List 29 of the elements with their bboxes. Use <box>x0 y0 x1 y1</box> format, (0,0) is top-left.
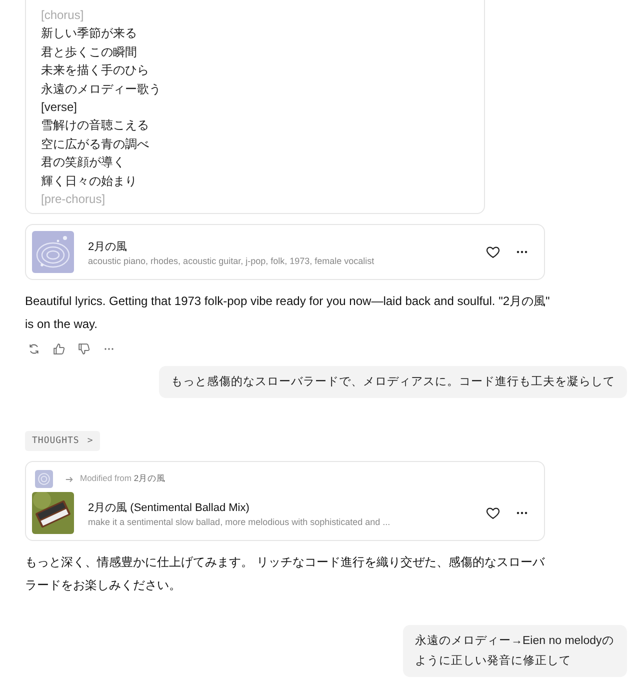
thumbs-up-icon[interactable] <box>52 342 66 356</box>
lyric-line: 永遠のメロディー歌う <box>41 80 162 98</box>
heart-icon[interactable] <box>485 505 501 521</box>
song-card[interactable]: 2月の風 acoustic piano, rhodes, acoustic guitar, j-pop, folk, 1973, female vocalist <box>25 224 545 280</box>
modified-from-label: Modified from 2月の風 <box>80 473 166 485</box>
lyric-line: [pre-chorus] <box>41 191 106 208</box>
lyric-line: [chorus] <box>41 7 85 24</box>
lyric-line: 未来を描く手のひら <box>41 62 150 80</box>
lyric-line: 輝く日々の始まり <box>41 172 138 190</box>
user-message: もっと感傷的なスローバラードで、メロディアスに。コード進行も工夫を凝らして <box>159 366 627 398</box>
song-title: 2月の風 (Sentimental Ballad Mix) <box>88 500 250 514</box>
heart-icon[interactable] <box>485 244 501 260</box>
assistant-message: もっと深く、情感豊かに仕上げてみます。 リッチなコード進行を織り交ぜた、感傷的なスローバラードをお楽しみください。 <box>25 554 546 594</box>
lyric-line: 空に広がる青の調べ <box>41 136 150 153</box>
song-card[interactable]: Modified from 2月の風 2月の風 (Sentimental Ballad Mix) make it a sentimental slow ballad, more melodious with sophisticated and ... <box>25 461 545 541</box>
lyric-line: 君と歩くこの瞬間 <box>41 44 138 61</box>
song-title: 2月の風 <box>88 240 128 254</box>
lyric-line: [verse] <box>41 99 78 116</box>
arrow-icon <box>65 474 74 484</box>
thoughts-toggle[interactable]: THOUGHTS > <box>25 431 100 451</box>
assistant-message: Beautiful lyrics. Getting that 1973 folk-pop vibe ready for you now—laid back and soulful. "2月の風" is on the way. <box>25 293 550 333</box>
user-message: 永遠のメロディー→Eien no melodyのように正しい発音に修正して <box>403 625 627 677</box>
lyric-line: 新しい季節が来る <box>41 25 138 42</box>
lyric-line: 雪解けの音聴こえる <box>41 117 150 134</box>
lyric-line: 君の笑顔が導く <box>41 154 126 172</box>
thumbs-down-icon[interactable] <box>77 342 91 356</box>
song-description: make it a sentimental slow ballad, more melodious with sophisticated and ... <box>88 516 392 526</box>
regenerate-icon[interactable] <box>27 342 41 356</box>
song-description: acoustic piano, rhodes, acoustic guitar, j-pop, folk, 1973, female vocalist <box>88 256 376 266</box>
